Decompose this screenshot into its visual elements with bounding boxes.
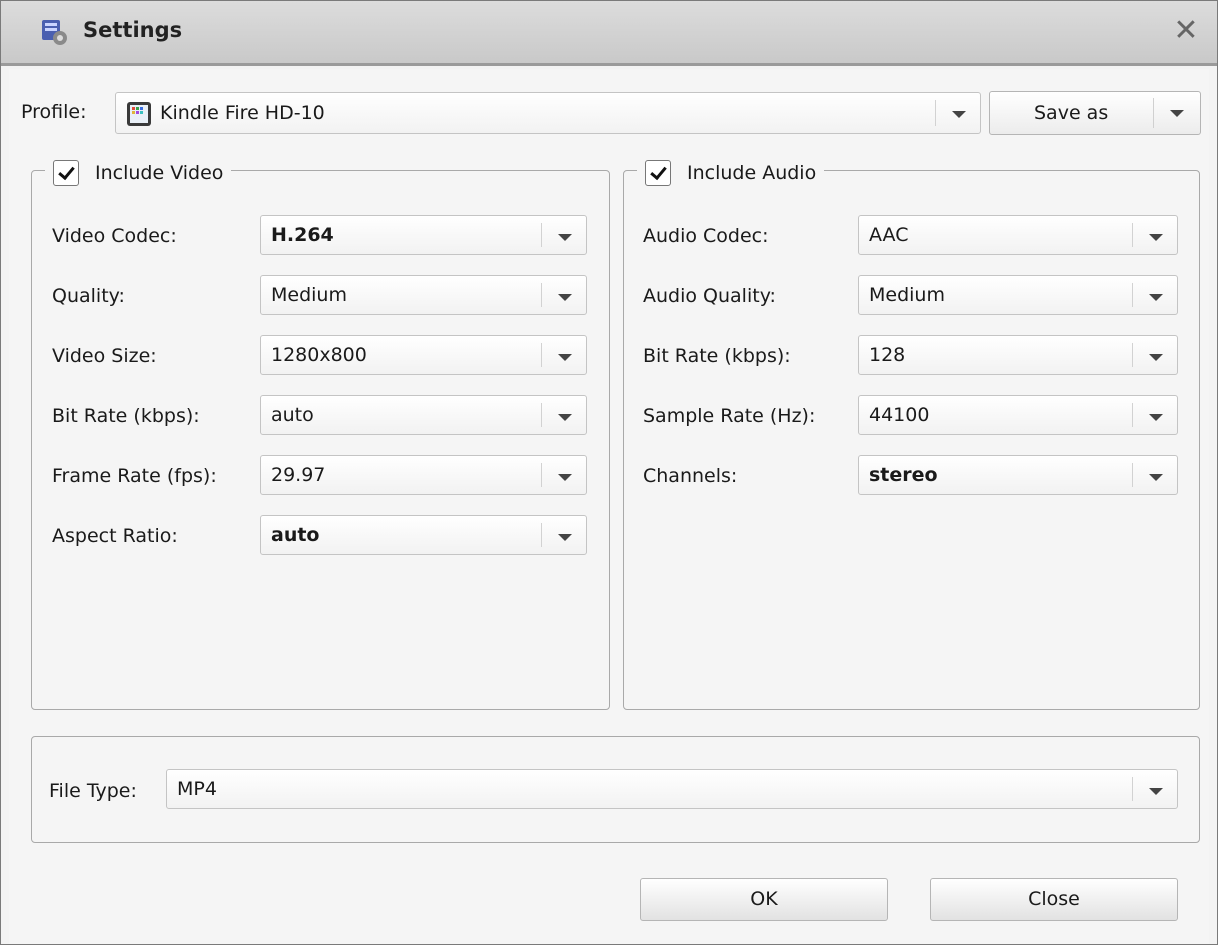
save-as-button[interactable]: Save as (989, 91, 1201, 135)
sample-rate-value: 44100 (869, 404, 930, 426)
sample-rate-select[interactable]: 44100 (858, 395, 1178, 435)
file-type-label: File Type: (49, 780, 137, 802)
chevron-down-icon[interactable] (935, 100, 980, 126)
aspect-ratio-label: Aspect Ratio: (52, 525, 178, 547)
chevron-down-icon[interactable] (541, 343, 586, 367)
chevron-down-icon[interactable] (1132, 283, 1177, 307)
video-codec-select[interactable]: H.264 (260, 215, 587, 255)
chevron-down-icon[interactable] (1132, 223, 1177, 247)
frame-rate-value: 29.97 (271, 464, 326, 486)
chevron-down-icon[interactable] (541, 283, 586, 307)
audio-quality-select[interactable]: Medium (858, 275, 1178, 315)
video-bitrate-value: auto (271, 404, 314, 426)
audio-bitrate-select[interactable]: 128 (858, 335, 1178, 375)
audio-codec-select[interactable]: AAC (858, 215, 1178, 255)
chevron-down-icon[interactable] (1132, 343, 1177, 367)
audio-codec-value: AAC (869, 224, 909, 246)
audio-quality-label: Audio Quality: (643, 285, 776, 307)
app-icon (42, 20, 67, 45)
video-bitrate-select[interactable]: auto (260, 395, 587, 435)
frame-rate-select[interactable]: 29.97 (260, 455, 587, 495)
profile-value: Kindle Fire HD-10 (160, 102, 325, 124)
chevron-down-icon[interactable] (1132, 403, 1177, 427)
video-codec-value: H.264 (271, 224, 334, 246)
sample-rate-label: Sample Rate (Hz): (643, 405, 816, 427)
video-codec-label: Video Codec: (52, 225, 177, 247)
aspect-ratio-select[interactable]: auto (260, 515, 587, 555)
ok-button[interactable]: OK (640, 878, 888, 921)
video-size-label: Video Size: (52, 345, 157, 367)
include-audio-label: Include Audio (687, 162, 817, 184)
profile-label: Profile: (21, 101, 87, 123)
channels-value: stereo (869, 464, 938, 486)
include-video-label: Include Video (95, 162, 224, 184)
channels-label: Channels: (643, 465, 738, 487)
channels-select[interactable]: stereo (858, 455, 1178, 495)
aspect-ratio-value: auto (271, 524, 320, 546)
include-audio-toggle[interactable]: Include Audio (637, 155, 825, 191)
audio-codec-label: Audio Codec: (643, 225, 769, 247)
chevron-down-icon[interactable] (541, 523, 586, 547)
video-bitrate-label: Bit Rate (kbps): (52, 405, 200, 427)
audio-bitrate-value: 128 (869, 344, 906, 366)
quality-label: Quality: (52, 285, 125, 307)
profile-select[interactable]: Kindle Fire HD-10 (115, 92, 981, 134)
close-icon[interactable]: ✕ (1167, 13, 1205, 49)
audio-bitrate-label: Bit Rate (kbps): (643, 345, 791, 367)
close-button[interactable]: Close (930, 878, 1178, 921)
include-video-toggle[interactable]: Include Video (45, 155, 232, 191)
file-type-value: MP4 (177, 778, 217, 800)
chevron-down-icon[interactable] (541, 403, 586, 427)
file-type-select[interactable]: MP4 (166, 769, 1178, 809)
chevron-down-icon[interactable] (1132, 463, 1177, 487)
quality-value: Medium (271, 284, 347, 306)
chevron-down-icon[interactable] (541, 463, 586, 487)
video-size-select[interactable]: 1280x800 (260, 335, 587, 375)
frame-rate-label: Frame Rate (fps): (52, 465, 217, 487)
dialog-title: Settings (83, 18, 183, 42)
chevron-down-icon[interactable] (1153, 98, 1200, 128)
chevron-down-icon[interactable] (1132, 777, 1177, 801)
video-size-value: 1280x800 (271, 344, 367, 366)
audio-quality-value: Medium (869, 284, 945, 306)
quality-select[interactable]: Medium (260, 275, 587, 315)
settings-dialog: Settings ✕ Profile: Kindle Fire HD-10 Sa… (0, 0, 1218, 945)
include-video-checkbox[interactable] (53, 160, 79, 186)
include-audio-checkbox[interactable] (645, 160, 671, 186)
tablet-icon (127, 102, 151, 126)
title-bar[interactable]: Settings ✕ (1, 1, 1217, 66)
chevron-down-icon[interactable] (541, 223, 586, 247)
dialog-content: Profile: Kindle Fire HD-10 Save as Inclu… (9, 69, 1209, 944)
save-as-label: Save as (1034, 102, 1109, 124)
